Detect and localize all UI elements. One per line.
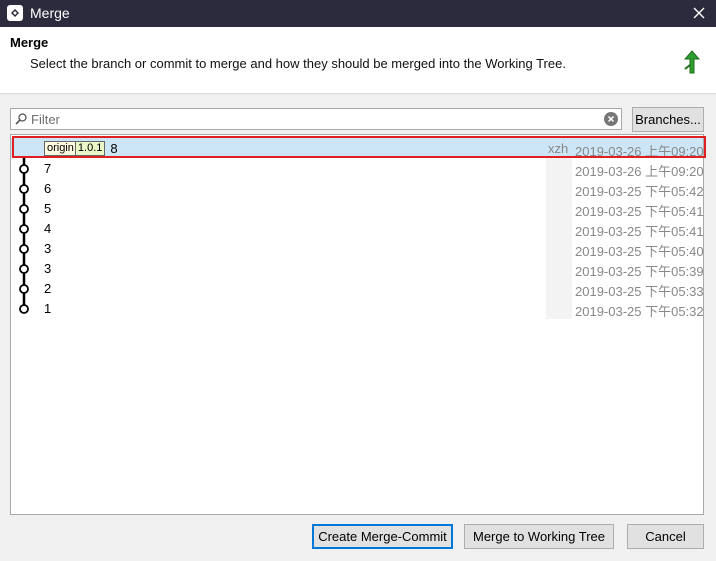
merge-arrow-icon <box>682 49 702 75</box>
smartgit-logo-icon <box>7 5 23 21</box>
filter-input[interactable] <box>31 110 591 128</box>
dialog-description: Select the branch or commit to merge and… <box>30 56 566 71</box>
dialog-header: Merge Select the branch or commit to mer… <box>0 27 716 94</box>
commit-row[interactable]: 2 2019-03-25 下午05:33 <box>11 278 703 299</box>
selection-highlight-frame <box>12 136 706 158</box>
commit-row[interactable]: 4 2019-03-25 下午05:41 <box>11 218 703 239</box>
commit-message: 6 <box>44 181 52 196</box>
commit-message: 1 <box>44 301 52 316</box>
commit-row[interactable]: 3 2019-03-25 下午05:40 <box>11 238 703 259</box>
commit-message: 4 <box>44 221 52 236</box>
commit-message: 3 <box>44 241 52 256</box>
dialog-heading: Merge <box>10 35 49 50</box>
commit-message: 7 <box>44 161 52 176</box>
filter-box <box>10 108 622 130</box>
title-bar: Merge <box>0 0 716 27</box>
branches-button[interactable]: Branches... <box>632 107 704 132</box>
commit-row[interactable]: 3 2019-03-25 下午05:39 <box>11 258 703 279</box>
clear-icon[interactable] <box>604 112 618 126</box>
cancel-button[interactable]: Cancel <box>627 524 704 549</box>
commit-message: 2 <box>44 281 52 296</box>
create-merge-commit-button[interactable]: Create Merge-Commit <box>312 524 453 549</box>
commit-message: 3 <box>44 261 52 276</box>
commit-row[interactable]: 1 2019-03-25 下午05:32 <box>11 298 704 319</box>
window-title: Merge <box>30 5 70 21</box>
search-icon <box>14 112 28 126</box>
merge-to-working-tree-button[interactable]: Merge to Working Tree <box>464 524 614 549</box>
commit-list[interactable]: origin 1.0.1 8 xzh 2019-03-26 上午09:20 7 20… <box>10 134 704 515</box>
close-icon[interactable] <box>688 2 710 24</box>
commit-row[interactable]: 5 2019-03-25 下午05:41 <box>11 198 703 219</box>
commit-message: 5 <box>44 201 52 216</box>
commit-date: 2019-03-25 下午05:32 <box>575 304 704 319</box>
commit-row[interactable]: 6 2019-03-25 下午05:42 <box>11 178 703 199</box>
commit-row[interactable]: 7 2019-03-26 上午09:20 <box>11 158 703 179</box>
